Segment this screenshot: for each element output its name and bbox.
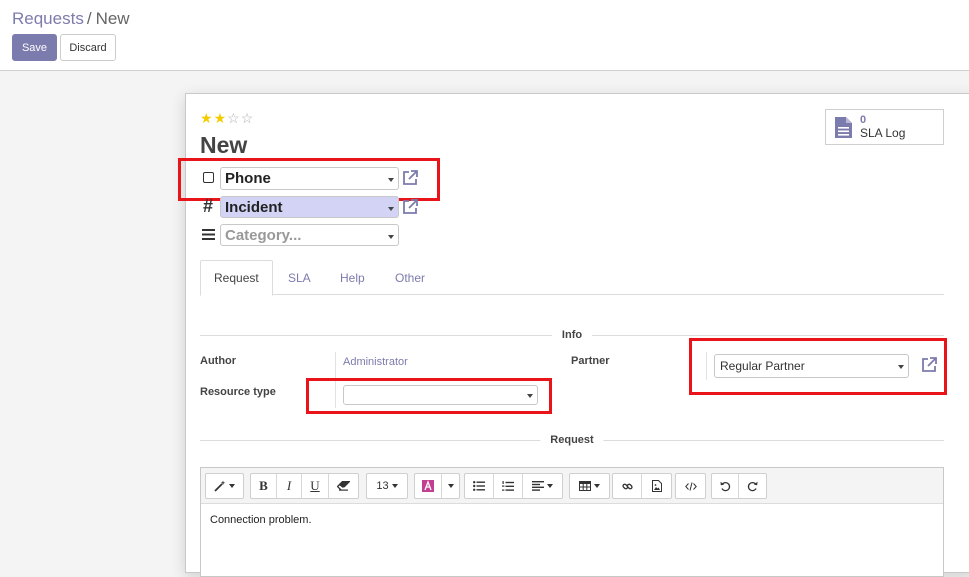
table-button[interactable] (570, 474, 609, 498)
image-icon (651, 480, 662, 492)
annotation-box-partner (689, 338, 947, 395)
request-separator: Request (200, 433, 944, 447)
link-icon (621, 483, 633, 489)
table-icon (579, 481, 591, 491)
bullet-list-icon (473, 481, 485, 491)
external-link-icon[interactable] (401, 198, 419, 216)
tab-help[interactable]: Help (327, 260, 378, 295)
text-color-icon (422, 480, 434, 492)
priority-stars: ★★☆☆ (200, 110, 254, 127)
save-button[interactable]: Save (12, 34, 57, 61)
chevron-down-icon (388, 207, 394, 211)
code-view-button[interactable] (676, 474, 705, 498)
font-size-button[interactable]: 13 (367, 474, 407, 498)
list-icon (200, 226, 216, 242)
tab-request[interactable]: Request (200, 260, 273, 296)
image-button[interactable] (642, 474, 671, 498)
color-group (414, 473, 460, 499)
sla-log-text: 0 SLA Log (860, 114, 905, 140)
italic-button[interactable]: I (277, 474, 302, 498)
font-style-group: B I U (250, 473, 359, 499)
insert-group (612, 473, 672, 499)
style-group (205, 473, 244, 499)
align-left-icon (532, 481, 544, 491)
magic-wand-button[interactable] (206, 474, 243, 498)
tab-sla[interactable]: SLA (275, 260, 324, 295)
editor-content[interactable]: Connection problem. (210, 514, 312, 526)
breadcrumb-separator: / (86, 9, 92, 28)
star-3-icon[interactable]: ☆ (227, 110, 241, 126)
form-sheet: ★★☆☆ 0 SLA Log New Phone # Incident Cate… (178, 93, 969, 577)
discard-button[interactable]: Discard (60, 34, 116, 61)
hash-icon: # (202, 195, 213, 216)
editor-toolbar: B I U 13 (201, 468, 943, 504)
star-2-icon[interactable]: ★ (214, 110, 228, 126)
request-editor: B I U 13 Connection problem. (200, 467, 944, 577)
breadcrumb: Requests / New (12, 9, 130, 29)
type-value: Incident (225, 198, 283, 216)
code-icon (684, 481, 697, 491)
document-icon (835, 116, 852, 138)
request-separator-label: Request (540, 433, 604, 447)
table-group (569, 473, 610, 499)
info-separator-label: Info (551, 328, 593, 342)
star-4-icon[interactable]: ☆ (241, 110, 255, 126)
font-size-value: 13 (376, 480, 389, 492)
author-value[interactable]: Administrator (343, 356, 408, 368)
code-group (675, 473, 706, 499)
sla-log-label: SLA Log (860, 126, 906, 140)
control-panel: Requests / New Save Discard (0, 0, 969, 71)
font-size-group: 13 (366, 473, 408, 499)
notebook-tabs: Request SLA Help Other (200, 260, 944, 296)
bold-button[interactable]: B (251, 474, 277, 498)
breadcrumb-requests-link[interactable]: Requests (12, 9, 84, 28)
resource-type-label: Resource type (200, 386, 276, 398)
author-label: Author (200, 355, 237, 367)
partner-label: Partner (571, 355, 610, 367)
category-select[interactable]: Category... (220, 224, 399, 246)
numbered-list-icon (502, 480, 514, 491)
star-1-icon[interactable]: ★ (200, 110, 214, 126)
undo-icon (720, 481, 730, 491)
eraser-icon (337, 481, 350, 491)
annotation-box-resource-type (306, 378, 552, 414)
redo-button[interactable] (739, 474, 766, 498)
breadcrumb-current: New (95, 9, 130, 28)
type-select[interactable]: Incident (220, 196, 399, 218)
history-group (711, 473, 767, 499)
magic-wand-icon (214, 480, 226, 492)
unordered-list-button[interactable] (465, 474, 494, 498)
align-button[interactable] (523, 474, 562, 498)
eraser-button[interactable] (329, 474, 358, 498)
tab-other[interactable]: Other (382, 260, 438, 295)
record-title: New (200, 132, 248, 158)
sla-log-button[interactable]: 0 SLA Log (825, 109, 944, 145)
color-dropdown-button[interactable] (442, 474, 459, 498)
paragraph-group (464, 473, 563, 499)
annotation-box-channel (178, 158, 440, 201)
chevron-down-icon (388, 235, 394, 239)
ordered-list-button[interactable] (494, 474, 523, 498)
underline-button[interactable]: U (302, 474, 329, 498)
link-button[interactable] (613, 474, 642, 498)
category-placeholder: Category... (225, 226, 302, 244)
text-color-button[interactable] (415, 474, 442, 498)
redo-icon (747, 481, 758, 491)
undo-button[interactable] (712, 474, 739, 498)
